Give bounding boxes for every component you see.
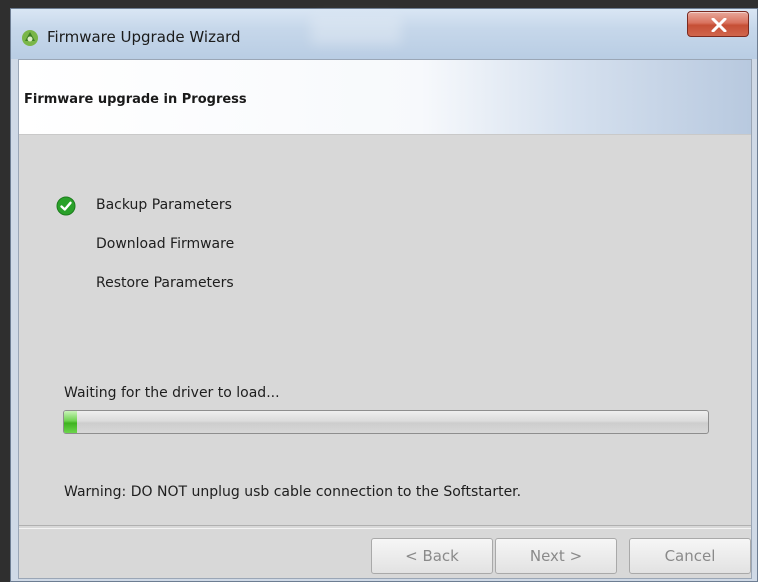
step-backup-parameters: Backup Parameters	[96, 197, 232, 213]
back-button[interactable]: < Back	[371, 538, 493, 574]
progress-fill	[64, 411, 77, 433]
wizard-header: Firmware upgrade in Progress	[19, 60, 751, 135]
title-bar[interactable]: Firmware Upgrade Wizard	[11, 9, 757, 59]
progress-bar	[63, 410, 709, 434]
window-title: Firmware Upgrade Wizard	[47, 28, 241, 46]
firmware-wizard-icon	[21, 29, 39, 47]
warning-message: Warning: DO NOT unplug usb cable connect…	[64, 484, 522, 500]
wizard-window: Firmware Upgrade Wizard Firmware upgrade…	[10, 8, 758, 582]
header-title: Firmware upgrade in Progress	[24, 92, 247, 107]
cancel-button[interactable]: Cancel	[629, 538, 751, 574]
step-restore-parameters: Restore Parameters	[96, 275, 234, 291]
next-button[interactable]: Next >	[495, 538, 617, 574]
title-glow	[311, 17, 401, 45]
step-download-firmware: Download Firmware	[96, 236, 235, 252]
close-icon	[711, 18, 727, 32]
wizard-content: Firmware upgrade in Progress Backup Para…	[18, 59, 752, 579]
check-icon	[56, 196, 76, 216]
footer-divider	[19, 525, 751, 529]
close-button[interactable]	[687, 11, 749, 37]
status-message: Waiting for the driver to load...	[64, 385, 280, 401]
